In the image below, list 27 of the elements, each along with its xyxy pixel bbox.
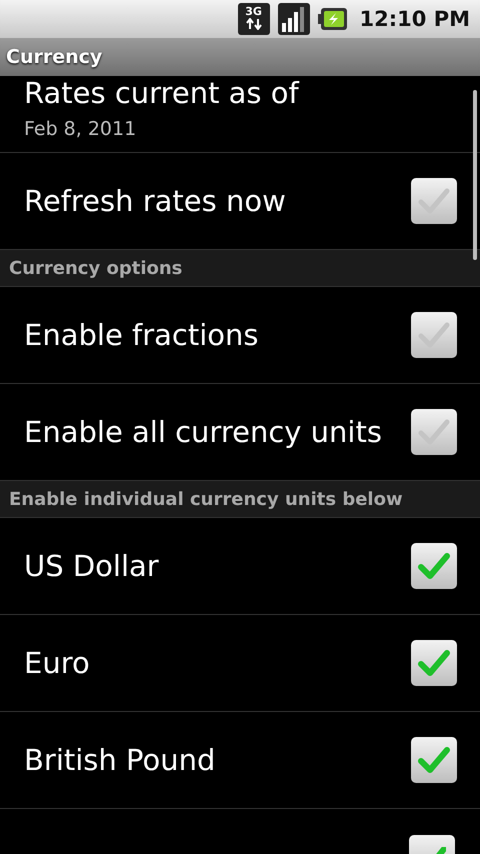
setting-title[interactable]: Euro bbox=[24, 646, 90, 680]
setting-summary: Feb 8, 2011 bbox=[24, 118, 138, 140]
setting-title: Rates current as of bbox=[24, 76, 300, 110]
checkmark-icon bbox=[417, 551, 451, 581]
checkbox[interactable] bbox=[411, 543, 457, 589]
checkbox[interactable] bbox=[411, 312, 457, 358]
checkbox[interactable] bbox=[411, 640, 457, 686]
checkbox[interactable] bbox=[411, 178, 457, 224]
checkbox[interactable] bbox=[411, 409, 457, 455]
setting-title[interactable]: Refresh rates now bbox=[24, 184, 286, 218]
checkmark-icon bbox=[417, 417, 451, 447]
setting-title[interactable]: Enable fractions bbox=[24, 318, 259, 352]
checkmark-icon bbox=[417, 745, 451, 775]
battery-icon bbox=[318, 7, 348, 31]
clock: 12:10 PM bbox=[360, 7, 470, 31]
category-header: Enable individual currency units below bbox=[0, 481, 480, 518]
checkmark-icon bbox=[417, 186, 451, 216]
signal-icon bbox=[278, 3, 310, 35]
window-title: Currency bbox=[6, 46, 102, 68]
category-header: Currency options bbox=[0, 250, 480, 287]
setting-title[interactable]: British Pound bbox=[24, 743, 216, 777]
setting-title[interactable]: US Dollar bbox=[24, 549, 159, 583]
checkmark-icon bbox=[417, 320, 451, 350]
network-icon: 3G bbox=[238, 3, 270, 35]
setting-title[interactable]: Enable all currency units bbox=[24, 415, 382, 449]
checkbox[interactable] bbox=[411, 737, 457, 783]
checkmark-icon bbox=[417, 648, 451, 678]
